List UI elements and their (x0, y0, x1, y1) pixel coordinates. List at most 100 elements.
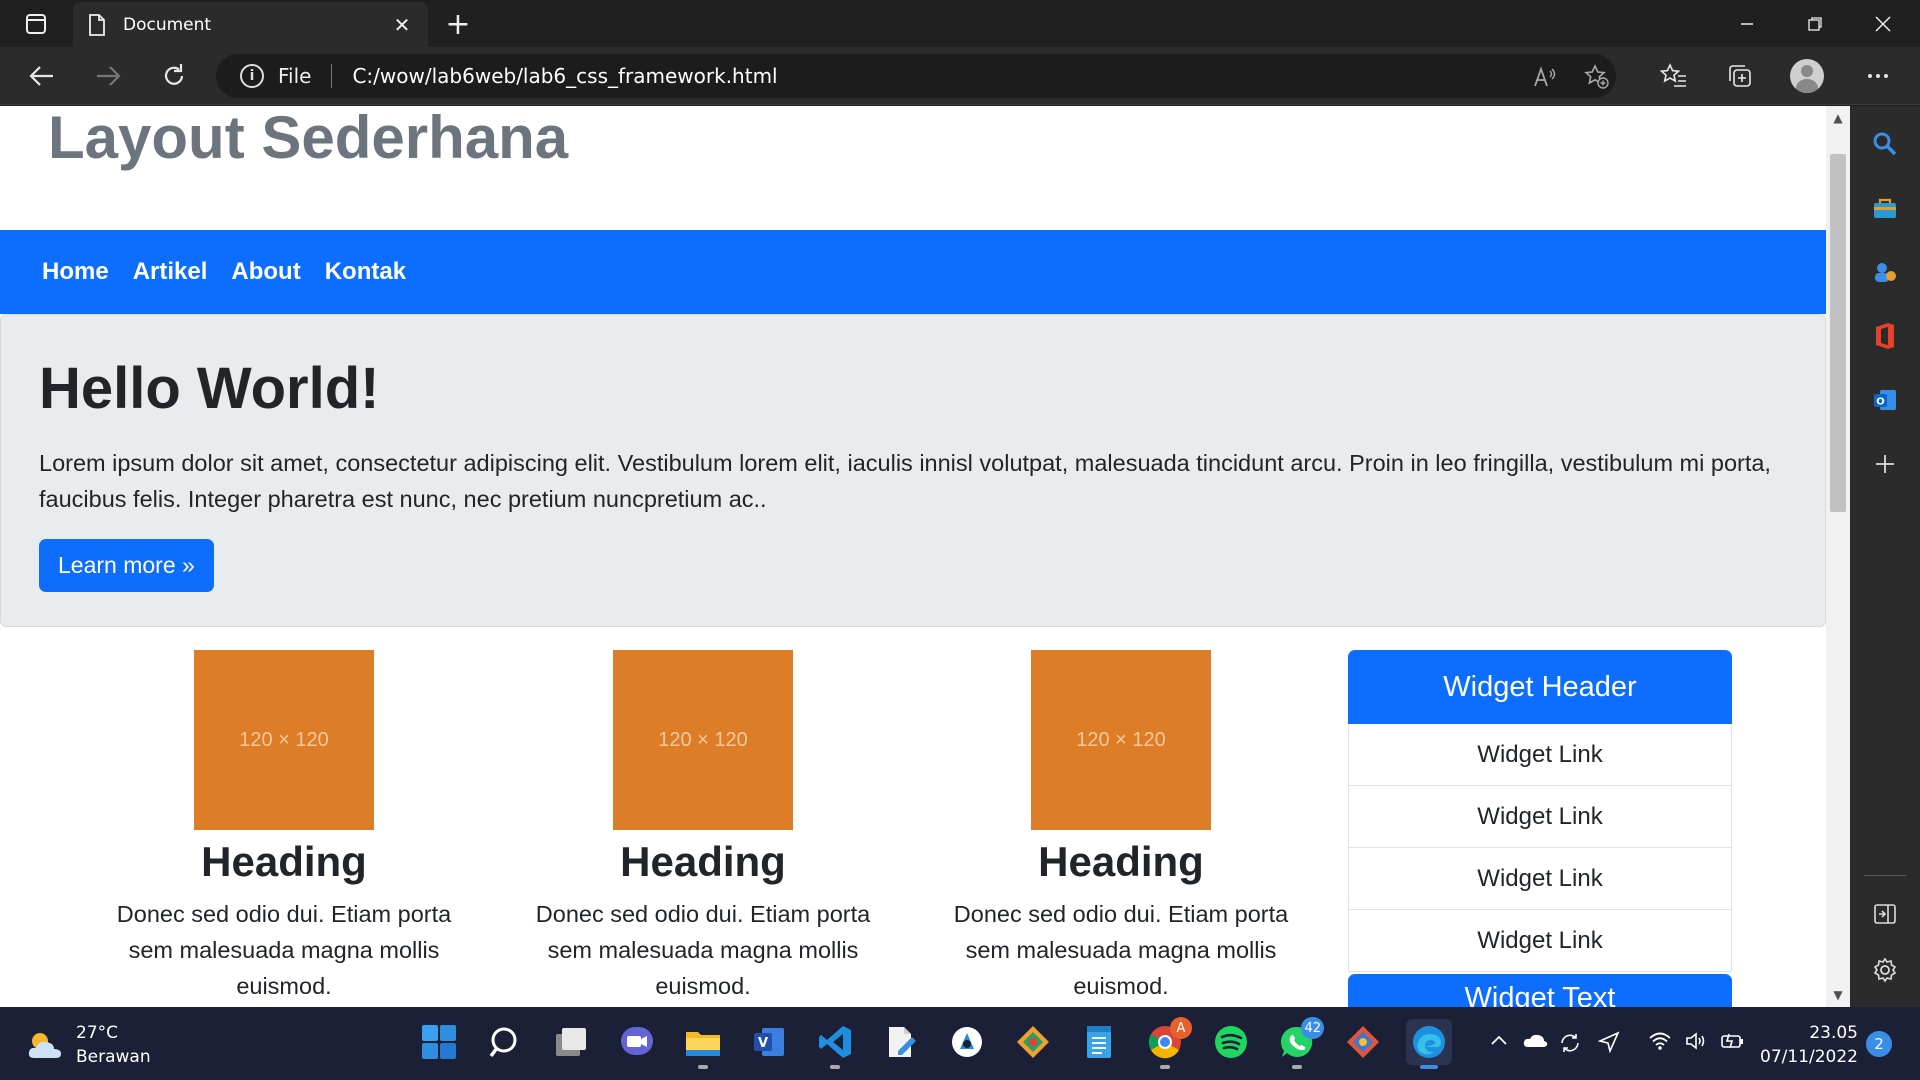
feature-column: 120 × 120 Heading Donec sed odio dui. Et… (104, 650, 464, 1004)
app-circle-icon[interactable] (944, 1019, 990, 1065)
tab-close-button[interactable]: ✕ (390, 13, 414, 37)
back-button[interactable] (22, 56, 62, 96)
start-menu-icon[interactable] (416, 1019, 462, 1065)
address-url[interactable]: C:/wow/lab6web/lab6_css_framework.html (352, 64, 777, 88)
refresh-button[interactable] (154, 56, 194, 96)
outlook-icon[interactable]: O (1867, 382, 1903, 418)
widget-link[interactable]: Widget Link (1348, 848, 1732, 910)
chrome-icon[interactable]: A (1142, 1017, 1192, 1069)
nav-link-home[interactable]: Home (42, 258, 109, 286)
weather-temperature: 27°C (76, 1023, 119, 1043)
svg-text:O: O (1876, 397, 1885, 408)
notification-badge[interactable]: 2 (1866, 1031, 1892, 1057)
show-hidden-icons[interactable] (1490, 1031, 1508, 1052)
jumbotron: Hello World! Lorem ipsum dolor sit amet,… (0, 314, 1826, 627)
nav-link-about[interactable]: About (231, 258, 300, 286)
weather-description: Berawan (76, 1047, 151, 1067)
notepad-edit-icon[interactable] (878, 1019, 924, 1065)
search-icon[interactable] (1867, 126, 1903, 162)
whatsapp-badge: 42 (1301, 1017, 1324, 1039)
widget-header: Widget Header (1348, 650, 1732, 724)
feature-text: Donec sed odio dui. Etiam porta sem male… (953, 901, 1289, 999)
battery-icon[interactable] (1720, 1031, 1746, 1056)
system-clock[interactable]: 23.05 07/11/2022 (1760, 1021, 1858, 1069)
whatsapp-icon[interactable]: 42 (1274, 1017, 1324, 1069)
weather-widget[interactable]: 27°C Berawan (26, 1021, 151, 1069)
browser-tab[interactable]: Document ✕ (73, 2, 428, 47)
task-view-icon[interactable] (548, 1019, 594, 1065)
jumbotron-title: Hello World! (39, 356, 380, 421)
running-indicator (698, 1065, 708, 1069)
feature-column: 120 × 120 Heading Donec sed odio dui. Et… (523, 650, 883, 1004)
address-divider (331, 64, 333, 88)
nav-link-kontak[interactable]: Kontak (325, 258, 406, 286)
add-sidebar-app-icon[interactable] (1867, 446, 1903, 482)
page-viewport: Layout Sederhana Home Artikel About Kont… (0, 106, 1826, 1007)
visio-icon[interactable]: V (746, 1019, 792, 1065)
add-favorite-icon[interactable] (1582, 62, 1612, 92)
widget-link[interactable]: Widget Link (1348, 910, 1732, 972)
git-client-icon[interactable] (1340, 1019, 1386, 1065)
widget-link[interactable]: Widget Link (1348, 786, 1732, 848)
feature-text: Donec sed odio dui. Etiam porta sem male… (535, 901, 871, 999)
title-bar: Document ✕ + (0, 0, 1920, 47)
chrome-badge: A (1170, 1017, 1192, 1039)
profile-avatar[interactable] (1790, 59, 1824, 93)
new-tab-button[interactable]: + (440, 6, 476, 42)
browser-toolbar: i File C:/wow/lab6web/lab6_css_framework… (0, 47, 1920, 105)
git-tool-icon[interactable] (1010, 1019, 1056, 1065)
nav-link-artikel[interactable]: Artikel (133, 258, 208, 286)
document-icon (87, 13, 109, 36)
settings-gear-icon[interactable] (1867, 952, 1903, 988)
navbar: Home Artikel About Kontak (0, 230, 1826, 314)
edge-icon[interactable] (1406, 1019, 1452, 1069)
tab-title: Document (123, 14, 212, 35)
search-taskbar-icon[interactable] (482, 1019, 528, 1065)
vscode-icon[interactable] (812, 1019, 858, 1069)
feature-heading: Heading (201, 838, 367, 885)
active-indicator (1420, 1065, 1438, 1069)
scroll-up-icon[interactable]: ▲ (1826, 106, 1850, 130)
teams-chat-icon[interactable] (614, 1019, 660, 1065)
widget-text-header: Widget Text (1348, 974, 1732, 1007)
feature-heading: Heading (1038, 838, 1204, 885)
running-indicator (1160, 1065, 1170, 1069)
tab-actions-icon[interactable] (14, 10, 58, 38)
address-bar[interactable]: i File C:/wow/lab6web/lab6_css_framework… (216, 54, 1616, 98)
sidebar-widget: Widget Header Widget Link Widget Link Wi… (1348, 650, 1732, 1007)
minimize-button[interactable] (1714, 0, 1780, 47)
more-options-icon[interactable] (1858, 56, 1898, 96)
learn-more-button[interactable]: Learn more » (39, 539, 214, 592)
read-aloud-icon[interactable] (1530, 62, 1560, 92)
tools-icon[interactable] (1867, 254, 1903, 290)
feature-column: 120 × 120 Heading Donec sed odio dui. Et… (941, 650, 1301, 1004)
collections-icon[interactable] (1720, 56, 1760, 96)
running-indicator (1292, 1065, 1302, 1069)
feature-heading: Heading (620, 838, 786, 885)
favorites-icon[interactable] (1654, 56, 1694, 96)
scroll-down-icon[interactable]: ▼ (1826, 983, 1850, 1007)
spotify-icon[interactable] (1208, 1019, 1254, 1065)
restore-button[interactable] (1782, 0, 1848, 47)
office-icon[interactable] (1867, 318, 1903, 354)
page-scrollbar[interactable]: ▲ ▼ (1826, 106, 1850, 1007)
taskbar: 27°C Berawan V A 42 23.05 07/11/2022 2 (0, 1007, 1920, 1080)
clock-date: 07/11/2022 (1760, 1047, 1858, 1067)
notepad-icon[interactable] (1076, 1019, 1122, 1065)
site-info-icon[interactable]: i (240, 64, 264, 88)
site-title: Layout Sederhana (48, 106, 569, 171)
wifi-icon[interactable] (1648, 1031, 1672, 1056)
shopping-icon[interactable] (1867, 190, 1903, 226)
file-explorer-icon[interactable] (680, 1019, 726, 1069)
clock-time: 23.05 (1809, 1023, 1858, 1043)
hide-sidebar-icon[interactable] (1867, 896, 1903, 932)
sync-icon[interactable] (1558, 1031, 1582, 1060)
feature-text: Donec sed odio dui. Etiam porta sem male… (116, 901, 452, 999)
forward-button[interactable] (88, 56, 128, 96)
onedrive-icon[interactable] (1522, 1031, 1548, 1054)
location-icon[interactable] (1597, 1031, 1620, 1058)
widget-link[interactable]: Widget Link (1348, 724, 1732, 786)
scroll-thumb[interactable] (1830, 154, 1846, 512)
close-window-button[interactable] (1850, 0, 1916, 47)
volume-icon[interactable] (1684, 1031, 1708, 1056)
